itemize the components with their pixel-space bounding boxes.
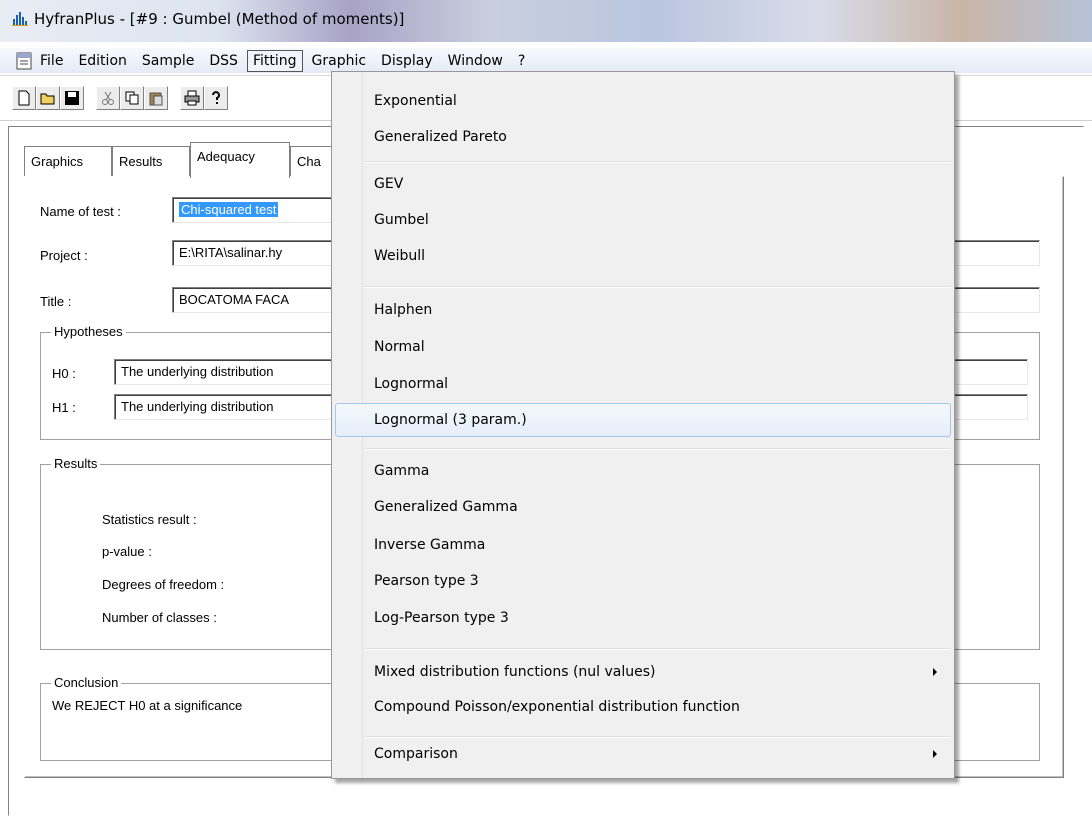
name-of-test-value: Chi-squared test [179,202,279,217]
print-button[interactable] [180,86,204,110]
open-button[interactable] [36,86,60,110]
conclusion-legend: Conclusion [51,675,122,690]
submenu-arrow-icon [933,750,937,758]
menu-fitting[interactable]: Fitting [246,49,303,72]
menu-item-comparison[interactable]: Comparison [335,737,951,771]
menu-dss[interactable]: DSS [203,50,244,72]
save-icon [65,91,79,105]
p-value-label: p-value : [102,544,152,559]
menu-separator [365,286,951,288]
document-icon[interactable] [14,51,34,71]
menu-display[interactable]: Display [375,50,439,72]
name-of-test-field[interactable]: Chi-squared test [172,197,342,223]
menu-item-log-pearson-type-3[interactable]: Log-Pearson type 3 [335,601,951,635]
menu-graphic[interactable]: Graphic [306,50,373,72]
menu-item-mixed-distribution[interactable]: Mixed distribution functions (nul values… [335,655,951,689]
menu-separator [365,448,951,450]
hypotheses-legend: Hypotheses [51,324,126,339]
menu-item-generalized-pareto[interactable]: Generalized Pareto [335,120,951,154]
help-button[interactable] [204,86,228,110]
menu-edition[interactable]: Edition [72,50,132,72]
menu-item-normal[interactable]: Normal [335,330,951,364]
fitting-dropdown-menu: Exponential Generalized Pareto GEV Gumbe… [331,71,955,779]
new-button[interactable] [12,86,36,110]
print-icon [184,90,200,106]
menu-item-halphen[interactable]: Halphen [335,293,951,327]
statistics-result-label: Statistics result : [102,512,197,527]
h0-label: H0 : [52,366,76,381]
menu-sample[interactable]: Sample [136,50,201,72]
menu-file[interactable]: File [34,50,69,72]
submenu-arrow-icon [933,668,937,676]
menu-item-pearson-type-3[interactable]: Pearson type 3 [335,564,951,598]
menu-item-lognormal-3-param[interactable]: Lognormal (3 param.) [335,403,951,437]
tab-cha[interactable]: Cha [290,146,334,176]
cut-icon [102,91,114,105]
menu-item-gev[interactable]: GEV [335,167,951,201]
cut-button[interactable] [96,86,120,110]
new-icon [18,90,30,106]
title-bar: HyfranPlus - [#9 : Gumbel (Method of mom… [0,0,1092,42]
menu-item-exponential[interactable]: Exponential [335,84,951,118]
app-chart-icon [12,12,28,26]
conclusion-text: We REJECT H0 at a significance [52,698,243,713]
menu-item-weibull[interactable]: Weibull [335,239,951,273]
results-legend: Results [51,456,101,471]
tab-adequacy[interactable]: Adequacy [190,142,290,178]
menu-item-compound-poisson[interactable]: Compound Poisson/exponential distributio… [335,690,951,724]
copy-icon [125,91,139,105]
menu-item-gamma[interactable]: Gamma [335,454,951,488]
paste-button[interactable] [144,86,168,110]
menu-item-lognormal[interactable]: Lognormal [335,367,951,401]
degrees-of-freedom-label: Degrees of freedom : [102,577,225,592]
number-of-classes-label: Number of classes : [102,610,217,625]
tab-results[interactable]: Results [112,146,190,176]
help-icon [212,91,220,104]
paste-icon [149,92,163,106]
window-title: HyfranPlus - [#9 : Gumbel (Method of mom… [34,10,405,28]
copy-button[interactable] [120,86,144,110]
menu-window[interactable]: Window [442,50,509,72]
menu-item-inverse-gamma[interactable]: Inverse Gamma [335,528,951,562]
open-icon [40,93,55,105]
save-button[interactable] [60,86,84,110]
menu-separator [365,161,951,163]
tab-graphics[interactable]: Graphics [24,146,112,176]
menu-separator [365,648,951,650]
title-label: Title : [40,294,72,309]
menu-item-comparison-label: Comparison [374,746,458,762]
menu-help[interactable]: ? [512,50,531,72]
menu-item-mixed-distribution-label: Mixed distribution functions (nul values… [374,664,656,680]
menu-item-generalized-gamma[interactable]: Generalized Gamma [335,490,951,524]
menu-item-gumbel[interactable]: Gumbel [335,203,951,237]
h1-label: H1 : [52,400,76,415]
project-label: Project : [40,248,88,263]
name-of-test-label: Name of test : [40,204,121,219]
menu-bar: File Edition Sample DSS Fitting Graphic … [0,48,1092,73]
